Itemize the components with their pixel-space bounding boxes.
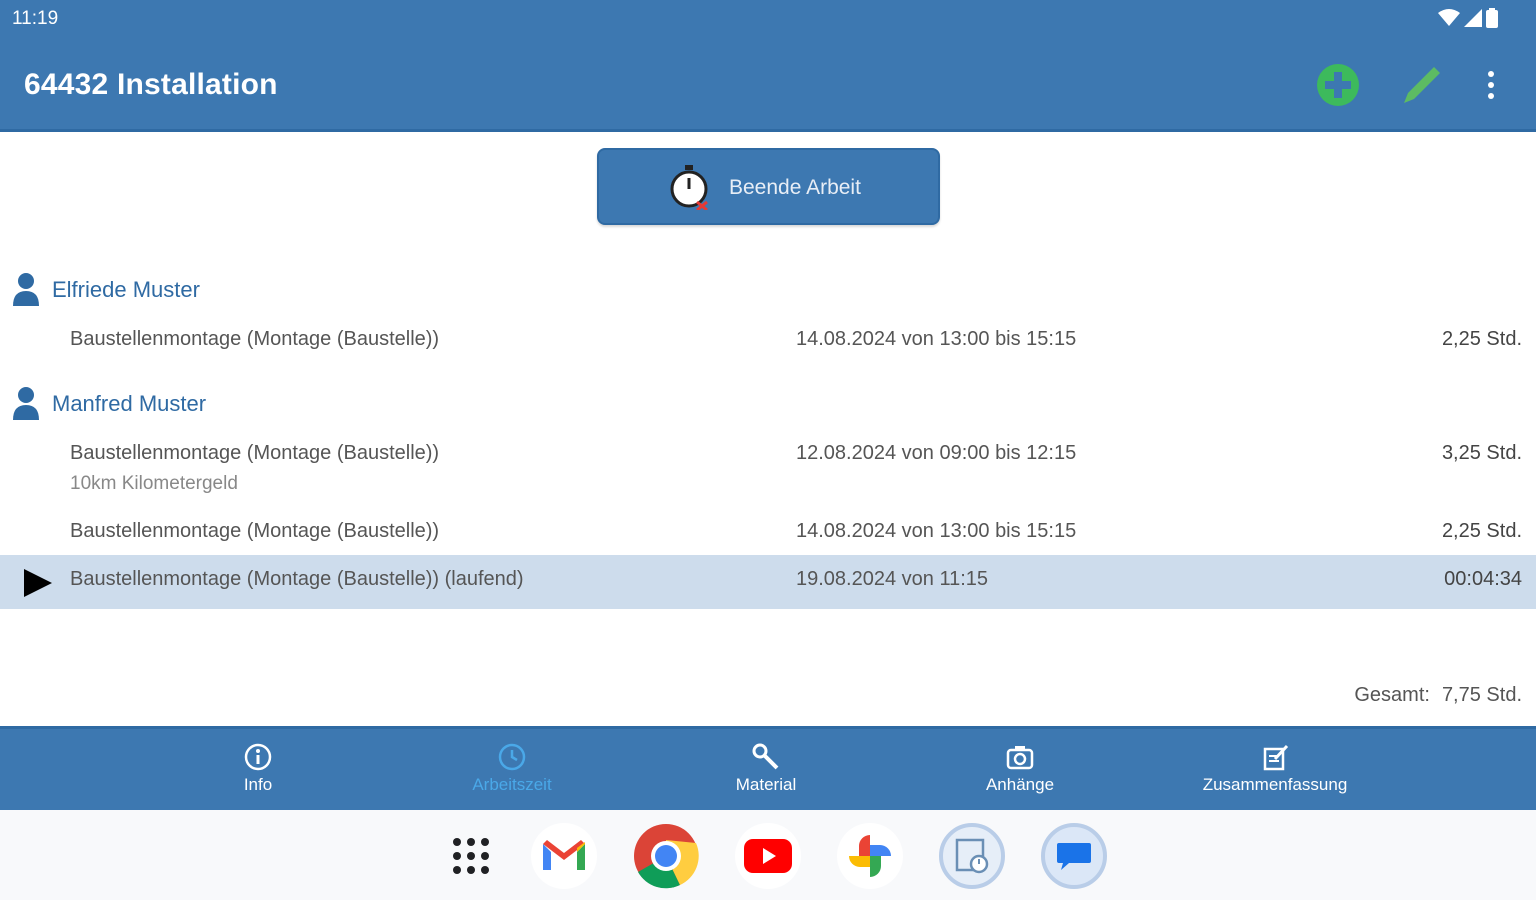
play-icon [24,569,52,597]
wifi-icon [1438,9,1460,26]
entry-duration: 3,25 Std. [1441,442,1522,464]
app-root: 11:19 64432 Installation Beende Arbeit E… [0,0,1536,900]
entry-elapsed-time: 00:04:34 [1444,568,1522,590]
tab-info[interactable]: Info [208,729,308,813]
person-header: Manfred Muster [0,382,1536,426]
more-menu-button[interactable] [1466,60,1516,110]
tab-material[interactable]: Material [716,729,816,813]
stopwatch-cancel-icon [670,165,708,210]
total-value: 7,75 Std. [1441,684,1522,706]
messages-icon[interactable] [1041,823,1107,889]
total-label: Gesamt: [1354,684,1430,706]
entry-description: Baustellenmontage (Montage (Baustelle)) [70,520,440,542]
person-icon [13,273,39,306]
gmail-icon[interactable] [531,823,597,889]
total-summary: Gesamt: 7,75 Std. [1354,684,1522,707]
summary-icon [1261,743,1289,771]
add-button[interactable] [1313,60,1363,110]
person-name: Elfriede Muster [52,277,200,302]
entry-description: Baustellenmontage (Montage (Baustelle)) … [70,568,524,590]
tab-anhaenge-label: Anhänge [985,775,1055,794]
plus-circle-icon [1317,64,1359,106]
entry-duration: 2,25 Std. [1441,520,1522,542]
camera-icon [1006,743,1034,771]
info-icon [244,743,272,771]
time-entry-row[interactable]: Baustellenmontage (Montage (Baustelle)) … [0,322,1536,362]
status-icons [1438,8,1498,28]
tab-arbeitszeit-label: Arbeitszeit [472,775,552,794]
battery-icon [1486,8,1498,28]
entry-duration: 2,25 Std. [1441,328,1522,350]
timesheet-app-icon[interactable] [939,823,1005,889]
tab-zusammenfassung-label: Zusammenfassung [1202,775,1348,794]
status-time: 11:19 [12,8,59,29]
person-name: Manfred Muster [52,391,207,416]
status-bar: 11:19 [0,0,1536,40]
entry-description: Baustellenmontage (Montage (Baustelle)) [70,442,440,464]
time-entry-row[interactable]: Baustellenmontage (Montage (Baustelle)) … [0,514,1536,554]
pencil-icon [1404,67,1440,103]
tab-info-label: Info [243,775,273,794]
wrench-icon [752,743,780,771]
tab-zusammenfassung[interactable]: Zusammenfassung [1180,729,1370,813]
end-work-button[interactable]: Beende Arbeit [597,148,940,225]
entry-time-range: 19.08.2024 von 11:15 [796,568,989,590]
edit-button[interactable] [1397,60,1447,110]
tab-anhaenge[interactable]: Anhänge [965,729,1075,813]
system-dock [0,810,1536,900]
end-work-label: Beende Arbeit [729,176,861,199]
entry-time-range: 12.08.2024 von 09:00 bis 12:15 [796,442,1077,464]
more-vert-icon [1488,71,1494,99]
tab-material-label: Material [735,775,797,794]
person-icon [13,387,39,420]
page-title: 64432 Installation [24,68,278,101]
app-bar: 64432 Installation [0,40,1536,132]
app-drawer-icon[interactable] [438,823,504,889]
chrome-icon[interactable] [633,823,699,889]
entry-time-range: 14.08.2024 von 13:00 bis 15:15 [796,520,1077,542]
running-entry-row[interactable]: Baustellenmontage (Montage (Baustelle)) … [0,555,1536,609]
bottom-navigation: Info Arbeitszeit Material Anhänge Zusamm… [0,726,1536,810]
clock-icon [498,743,526,771]
entry-note: 10km Kilometergeld [70,473,238,494]
youtube-icon[interactable] [735,823,801,889]
photos-icon[interactable] [837,823,903,889]
person-header: Elfriede Muster [0,268,1536,312]
signal-icon [1464,9,1482,27]
entry-description: Baustellenmontage (Montage (Baustelle)) [70,328,440,350]
entry-time-range: 14.08.2024 von 13:00 bis 15:15 [796,328,1077,350]
time-entry-row[interactable]: Baustellenmontage (Montage (Baustelle)) … [0,436,1536,502]
tab-arbeitszeit[interactable]: Arbeitszeit [452,729,572,813]
